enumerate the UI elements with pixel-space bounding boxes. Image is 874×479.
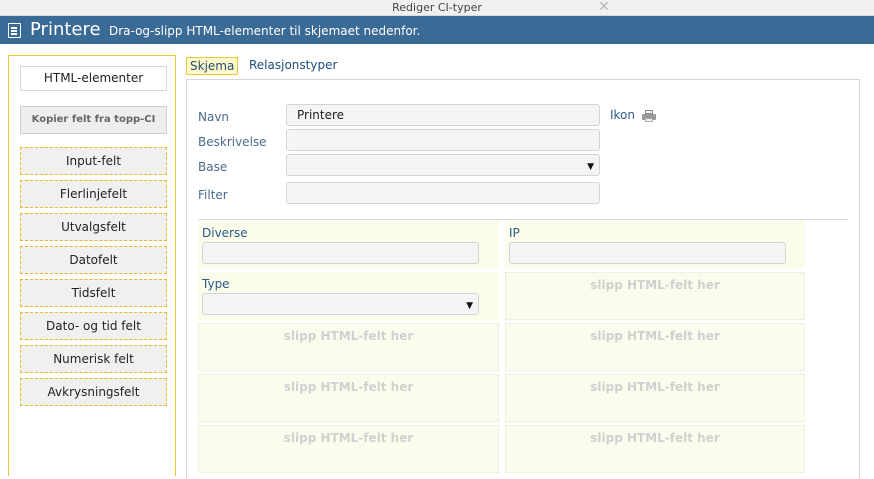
- palette-item-input[interactable]: Input-felt: [20, 147, 167, 175]
- field-label-base: Base: [198, 160, 228, 174]
- ikon-label[interactable]: Ikon: [610, 108, 635, 122]
- printer-icon[interactable]: [642, 110, 656, 122]
- drop-zone-text: slipp HTML-felt her: [283, 380, 414, 394]
- field-label-diverse: Diverse: [202, 226, 248, 240]
- close-icon[interactable]: ✕: [598, 0, 610, 15]
- drop-zone[interactable]: slipp HTML-felt her: [198, 374, 499, 422]
- ip-input[interactable]: [509, 242, 786, 264]
- drop-zone-text: slipp HTML-felt her: [590, 380, 720, 394]
- palette-item-time[interactable]: Tidsfelt: [20, 279, 167, 307]
- copy-fields-button[interactable]: Kopier felt fra topp-CI: [20, 106, 167, 134]
- html-elements-palette: HTML-elementer Kopier felt fra topp-CI I…: [8, 55, 176, 476]
- palette-item-checkbox[interactable]: Avkrysningsfelt: [20, 378, 167, 406]
- chevron-down-icon: ▼: [466, 301, 473, 311]
- drop-zone[interactable]: slipp HTML-felt her: [505, 272, 805, 320]
- type-select[interactable]: ▼: [202, 293, 479, 315]
- field-label-beskrivelse: Beskrivelse: [198, 135, 267, 149]
- drop-zone[interactable]: slipp HTML-felt her: [505, 323, 805, 371]
- page-subtitle: Dra-og-slipp HTML-elementer til skjemaet…: [109, 24, 421, 38]
- drop-zone[interactable]: slipp HTML-felt her: [505, 374, 805, 422]
- page-title: Printere: [30, 19, 101, 40]
- filter-input[interactable]: [286, 182, 600, 204]
- palette-item-textarea[interactable]: Flerlinjefelt: [20, 180, 167, 208]
- palette-item-date[interactable]: Datofelt: [20, 246, 167, 274]
- drop-zone[interactable]: slipp HTML-felt her: [198, 323, 499, 371]
- grid-cell-ip: IP: [505, 221, 805, 269]
- palette-item-select[interactable]: Utvalgsfelt: [20, 213, 167, 241]
- form-icon: [8, 23, 21, 38]
- drop-zone-text: slipp HTML-felt her: [283, 431, 414, 445]
- page-header: Printere Dra-og-slipp HTML-elementer til…: [0, 16, 874, 44]
- beskrivelse-input[interactable]: [286, 129, 600, 151]
- grid-cell-diverse: Diverse: [198, 221, 499, 269]
- drop-zone-text: slipp HTML-felt her: [283, 329, 414, 343]
- window-titlebar: Rediger CI-typer ✕: [0, 0, 874, 16]
- navn-input[interactable]: Printere: [286, 104, 600, 126]
- drop-zone-text: slipp HTML-felt her: [590, 329, 720, 343]
- drop-zone-text: slipp HTML-felt her: [590, 431, 720, 445]
- field-label-type: Type: [202, 277, 230, 291]
- tab-relasjonstyper[interactable]: Relasjonstyper: [246, 57, 340, 75]
- tab-skjema[interactable]: Skjema: [186, 57, 239, 75]
- palette-item-datetime[interactable]: Dato- og tid felt: [20, 312, 167, 340]
- field-label-ip: IP: [509, 226, 520, 240]
- drop-zone-text: slipp HTML-felt her: [590, 278, 720, 292]
- grid-cell-type: Type ▼: [198, 272, 499, 320]
- diverse-input[interactable]: [202, 242, 479, 264]
- form-divider: [198, 219, 848, 220]
- base-select[interactable]: ▼: [286, 154, 600, 176]
- drop-zone[interactable]: slipp HTML-felt her: [198, 425, 499, 473]
- palette-item-numeric[interactable]: Numerisk felt: [20, 345, 167, 373]
- chevron-down-icon: ▼: [587, 162, 594, 172]
- drop-zone[interactable]: slipp HTML-felt her: [505, 425, 805, 473]
- window-title: Rediger CI-typer: [392, 1, 482, 14]
- field-label-filter: Filter: [198, 188, 228, 202]
- palette-title: HTML-elementer: [20, 66, 167, 91]
- field-label-navn: Navn: [198, 110, 230, 124]
